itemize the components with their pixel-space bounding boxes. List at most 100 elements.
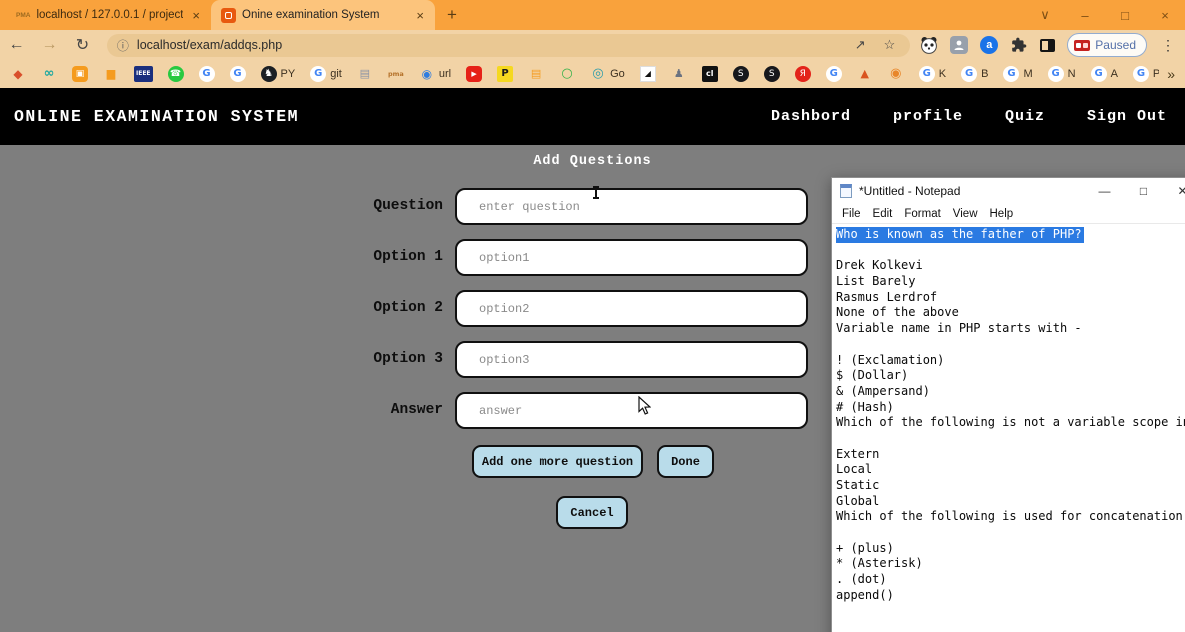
menu-edit[interactable]: Edit (867, 208, 899, 220)
browser-toolbar: ← → ↻ ⓘ localhost/exam/addqs.php ↗ ☆ a P… (0, 30, 1185, 60)
bookmark-label: B (981, 68, 988, 80)
address-bar[interactable]: ⓘ localhost/exam/addqs.php ↗ ☆ (107, 34, 910, 57)
notepad-text-area[interactable]: Who is known as the father of PHP? Drek … (832, 225, 1185, 632)
nav-quiz-link[interactable]: Quiz (1005, 108, 1045, 125)
extensions-puzzle-icon[interactable] (1010, 36, 1028, 54)
a-extension-icon[interactable]: a (980, 36, 998, 54)
bookmark-item[interactable]: ▤ (357, 66, 373, 82)
bookmark-item[interactable]: G (230, 66, 246, 82)
bookmark-item[interactable]: ▶ (466, 66, 482, 82)
bookmark-item[interactable]: cl (702, 66, 718, 82)
window-maximize-button[interactable]: □ (1105, 8, 1145, 23)
tab-close-icon[interactable]: × (189, 8, 203, 23)
bookmark-item[interactable]: ◉ url (419, 66, 451, 82)
browser-menu-icon[interactable]: ⋮ (1159, 37, 1185, 54)
url-text[interactable]: localhost/exam/addqs.php (137, 38, 846, 52)
bookmark-item[interactable]: ◎ Go (590, 66, 625, 82)
reload-button[interactable]: ↻ (66, 35, 99, 55)
notepad-line: Variable name in PHP starts with - (836, 321, 1185, 337)
nav-dashboard-link[interactable]: Dashbord (771, 108, 851, 125)
menu-view[interactable]: View (947, 208, 984, 220)
nav-profile-link[interactable]: profile (893, 108, 963, 125)
menu-format[interactable]: Format (898, 208, 946, 220)
bookmark-item[interactable]: ☎ (168, 66, 184, 82)
bookmark-item[interactable]: ▣ (72, 66, 88, 82)
bookmark-favicon-icon: G (919, 66, 935, 82)
window-close-button[interactable]: × (1145, 8, 1185, 23)
bookmark-item[interactable]: ♞ PY (261, 66, 296, 82)
bookmark-favicon-icon: ◉ (419, 66, 435, 82)
bookmark-favicon-icon: ♞ (261, 66, 277, 82)
done-button[interactable]: Done (657, 445, 714, 478)
bookmark-item[interactable]: G git (310, 66, 342, 82)
bookmark-item[interactable]: S (733, 66, 749, 82)
tab-search-icon[interactable]: ∨ (1025, 7, 1065, 23)
option3-input[interactable] (455, 341, 808, 378)
share-icon[interactable]: ↗ (846, 37, 875, 53)
notepad-window[interactable]: *Untitled - Notepad — □ ✕ File Edit Form… (831, 177, 1185, 632)
notepad-maximize-button[interactable]: □ (1124, 178, 1163, 204)
bookmark-item[interactable]: ▤ (528, 66, 544, 82)
bookmark-favicon-icon: ∞ (41, 66, 57, 82)
bookmark-item[interactable]: ♟ (671, 66, 687, 82)
bookmark-item[interactable]: ○ (559, 66, 575, 82)
bookmark-label: K (939, 68, 946, 80)
answer-label: Answer (283, 402, 443, 418)
bookmark-item[interactable]: G (826, 66, 842, 82)
bookmark-label: N (1068, 68, 1076, 80)
bookmark-item[interactable]: ▲ (857, 66, 873, 82)
notepad-line: Which of the following is used for conca… (836, 509, 1185, 525)
question-input[interactable] (455, 188, 808, 225)
bookmark-item[interactable]: ◆ (10, 66, 26, 82)
bookmark-item[interactable]: G P (1133, 66, 1159, 82)
bookmark-item[interactable]: Я (795, 66, 811, 82)
bookmark-item[interactable]: G A (1091, 66, 1118, 82)
notepad-close-button[interactable]: ✕ (1163, 178, 1185, 204)
bookmark-item[interactable]: ∞ (41, 66, 57, 82)
page-info-icon[interactable]: ⓘ (117, 37, 129, 54)
menu-file[interactable]: File (836, 208, 867, 220)
bookmark-item[interactable]: G N (1048, 66, 1076, 82)
nav-signout-link[interactable]: Sign Out (1087, 108, 1167, 125)
bookmarks-overflow-icon[interactable]: » (1167, 66, 1175, 82)
add-more-question-button[interactable]: Add one more question (472, 445, 643, 478)
notepad-line: + (plus) (836, 541, 1185, 557)
bookmark-item[interactable]: G M (1003, 66, 1032, 82)
bookmark-item[interactable]: G (199, 66, 215, 82)
side-panel-icon[interactable] (1040, 39, 1055, 52)
bookmark-item[interactable]: P (497, 66, 513, 82)
back-button[interactable]: ← (0, 36, 33, 54)
bookmark-label: Go (610, 68, 625, 80)
option1-input[interactable] (455, 239, 808, 276)
tab-exam-system[interactable]: Onine examination System × (211, 0, 435, 30)
bookmarks-list: ◆ ∞ ▣ ▆ IEEE (10, 66, 1159, 82)
bookmark-favicon-icon: ▤ (528, 66, 544, 82)
menu-help[interactable]: Help (984, 208, 1020, 220)
panda-extension-icon[interactable] (920, 36, 938, 54)
profile-paused-pill[interactable]: Paused (1067, 33, 1147, 57)
new-tab-button[interactable]: + (447, 4, 457, 26)
bookmark-item[interactable]: S (764, 66, 780, 82)
bookmark-item[interactable]: IEEE (134, 66, 153, 82)
notepad-line: Global (836, 494, 1185, 510)
bookmark-star-icon[interactable]: ☆ (875, 37, 905, 53)
cancel-button[interactable]: Cancel (556, 496, 628, 529)
bookmark-favicon-icon: ◉ (888, 66, 904, 82)
tab-phpmyadmin[interactable]: PMA localhost / 127.0.0.1 / project / st… (6, 0, 211, 30)
person-extension-icon[interactable] (950, 36, 968, 54)
bookmark-item[interactable]: ▆ (103, 66, 119, 82)
bookmark-item[interactable]: ◢ (640, 66, 656, 82)
bookmark-item[interactable]: G B (961, 66, 988, 82)
tab-close-icon[interactable]: × (413, 8, 427, 23)
window-minimize-button[interactable]: – (1065, 8, 1105, 23)
bookmark-item[interactable]: pma (388, 66, 404, 82)
notepad-line: Extern (836, 447, 1185, 463)
bookmark-item[interactable]: ◉ (888, 66, 904, 82)
notepad-line: Drek Kolkevi (836, 258, 1185, 274)
forward-button[interactable]: → (33, 36, 66, 54)
answer-input[interactable] (455, 392, 808, 429)
option2-input[interactable] (455, 290, 808, 327)
bookmark-item[interactable]: G K (919, 66, 946, 82)
notepad-titlebar[interactable]: *Untitled - Notepad — □ ✕ (832, 178, 1185, 204)
notepad-minimize-button[interactable]: — (1085, 178, 1124, 204)
